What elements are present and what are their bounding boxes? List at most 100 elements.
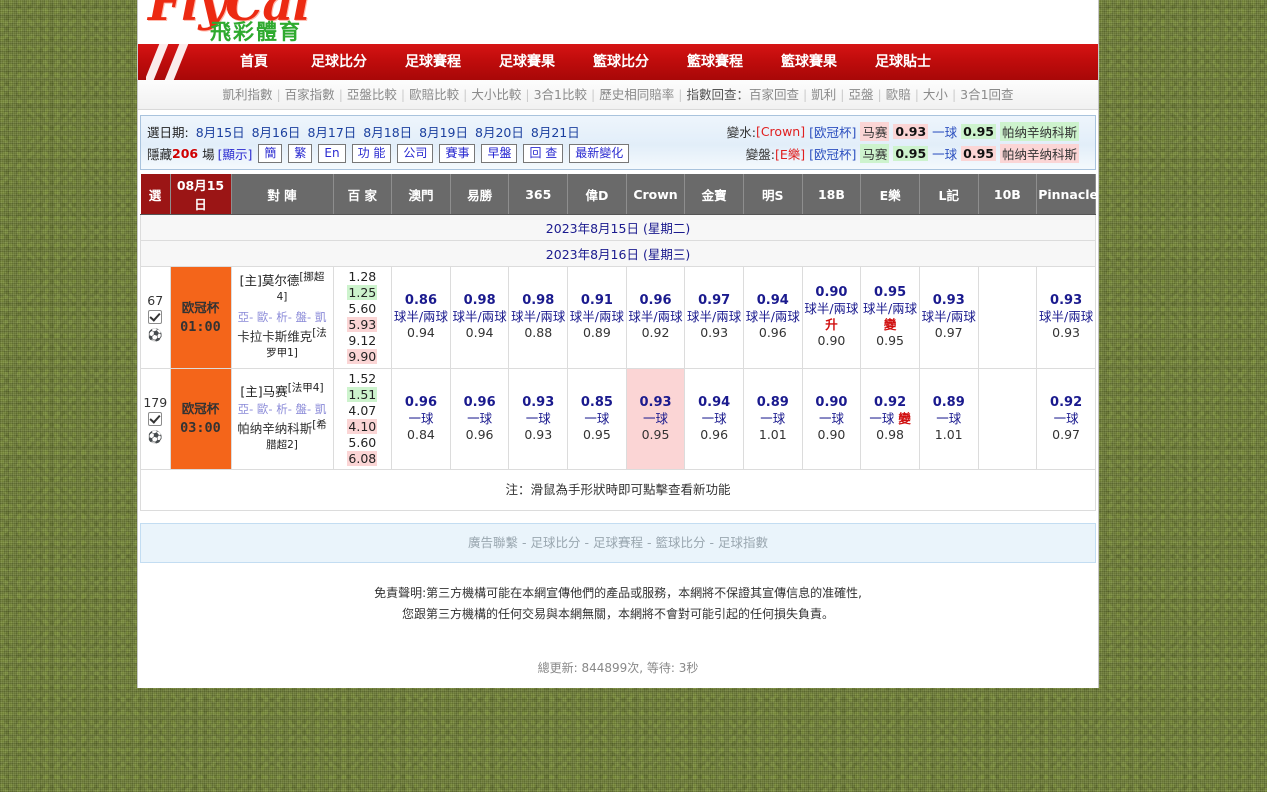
header-pinnacle[interactable]: Pinnacle [1036, 174, 1098, 215]
subnav-item-asian-review[interactable]: 亞盤 [848, 87, 873, 102]
header-lji[interactable]: L記 [919, 174, 979, 215]
row-checkbox[interactable] [148, 411, 163, 426]
ad-link-contact[interactable]: 廣告聯繫 [468, 535, 518, 550]
soccer-ball-icon[interactable]: ⚽ [141, 431, 170, 443]
subnav-item-euro-review[interactable]: 歐賠 [886, 87, 911, 102]
table-row[interactable]: 67 ⚽ 欧冠杯 01:00 [主]莫尔德[挪超4] 亞- 歐- 析- 盤- 凱… [140, 266, 1096, 369]
subnav-item-bai-review[interactable]: 百家回查 [749, 87, 799, 102]
ad-link-football-score[interactable]: 足球比分 [531, 535, 581, 550]
row-checkbox[interactable] [148, 310, 163, 325]
date-option-0819[interactable]: 8月19日 [419, 122, 468, 141]
table-row[interactable]: 179 ⚽ 欧冠杯 03:00 [主]马赛[法甲4] 亞- 歐- 析- 盤- 凱… [140, 367, 1096, 470]
subnav-item-kelly-review[interactable]: 凱利 [811, 87, 836, 102]
date-option-0821[interactable]: 8月21日 [531, 122, 580, 141]
logo[interactable]: FlyCai 飛彩體育 [148, 0, 311, 44]
bai-index-cell[interactable]: 1.52 1.51 4.07 4.10 5.60 6.08 [332, 367, 393, 470]
header-bai[interactable]: 百 家 [333, 174, 393, 215]
subnav-item-triple-review[interactable]: 3合1回查 [960, 87, 1013, 102]
match-links-text[interactable]: 亞- 歐- 析- 盤- 凱 [238, 310, 327, 324]
odds-cell-yisheng[interactable]: 0.96 一球 0.96 [449, 367, 510, 470]
row-select-cell[interactable]: 179 ⚽ [140, 367, 171, 470]
button-traditional[interactable]: 繁 [288, 143, 313, 163]
odds-cell-jinbao[interactable]: 0.94 一球 0.96 [684, 367, 744, 470]
nav-item-football-tips[interactable]: 足球貼士 [856, 44, 950, 80]
odds-cell-365[interactable]: 0.98 球半/兩球 0.88 [508, 266, 569, 369]
odds-cell-pinnacle[interactable]: 0.92 一球 0.97 [1036, 367, 1096, 470]
show-hidden-link[interactable]: [顯示] [218, 144, 253, 163]
header-select[interactable]: 選 [140, 174, 171, 215]
change-water-league[interactable]: [欧冠杯] [809, 122, 856, 141]
subnav-item-asian-compare[interactable]: 亞盤比較 [347, 87, 397, 102]
subnav-item-overunder-compare[interactable]: 大小比較 [471, 87, 521, 102]
change-line-bookmaker[interactable]: [E樂] [775, 144, 805, 163]
button-events[interactable]: 賽事 [439, 143, 476, 163]
header-macau[interactable]: 澳門 [391, 174, 451, 215]
odds-cell-10b[interactable] [977, 266, 1038, 369]
match-links-text[interactable]: 亞- 歐- 析- 盤- 凱 [238, 402, 327, 416]
nav-item-football-fixtures[interactable]: 足球賽程 [386, 44, 480, 80]
button-companies[interactable]: 公司 [397, 143, 434, 163]
date-option-0815[interactable]: 8月15日 [196, 122, 245, 141]
nav-item-basketball-score[interactable]: 籃球比分 [574, 44, 668, 80]
odds-cell-macau[interactable]: 0.86 球半/兩球 0.94 [391, 266, 451, 369]
match-links[interactable]: 亞- 歐- 析- 盤- 凱 [235, 401, 330, 417]
header-10b[interactable]: 10B [978, 174, 1038, 215]
odds-cell-jinbao[interactable]: 0.97 球半/兩球 0.93 [684, 266, 744, 369]
odds-cell-crown[interactable]: 0.93 一球 0.95 [625, 367, 686, 470]
subnav-item-euro-compare[interactable]: 歐賠比較 [409, 87, 459, 102]
subnav-item-overunder-review[interactable]: 大小 [923, 87, 948, 102]
date-option-0816[interactable]: 8月16日 [252, 122, 301, 141]
league-cell[interactable]: 欧冠杯 03:00 [169, 367, 232, 470]
row-select-cell[interactable]: 67 ⚽ [140, 266, 171, 369]
subnav-item-history-same-odds[interactable]: 歷史相同賠率 [599, 87, 674, 102]
odds-cell-crown[interactable]: 0.96 球半/兩球 0.92 [625, 266, 686, 369]
change-water-bookmaker[interactable]: [Crown] [756, 124, 805, 139]
match-links[interactable]: 亞- 歐- 析- 盤- 凱 [235, 309, 330, 325]
odds-cell-weid[interactable]: 0.85 一球 0.95 [567, 367, 627, 470]
odds-cell-yisheng[interactable]: 0.98 球半/兩球 0.94 [449, 266, 510, 369]
header-jinbao[interactable]: 金寶 [684, 174, 744, 215]
header-weid[interactable]: 偉D [567, 174, 627, 215]
ad-link-basketball-score[interactable]: 籃球比分 [655, 535, 705, 550]
change-line-league[interactable]: [欧冠杯] [809, 144, 856, 163]
date-option-0818[interactable]: 8月18日 [363, 122, 412, 141]
odds-cell-weid[interactable]: 0.91 球半/兩球 0.89 [567, 266, 627, 369]
header-crown[interactable]: Crown [626, 174, 686, 215]
subnav-item-kelly-index[interactable]: 凱利指數 [222, 87, 272, 102]
nav-item-basketball-results[interactable]: 籃球賽果 [762, 44, 856, 80]
odds-cell-eleyou[interactable]: 0.95 球半/兩球變 0.95 [860, 266, 920, 369]
header-eleyou[interactable]: E樂 [860, 174, 920, 215]
odds-cell-eleyou[interactable]: 0.92 一球 變 0.98 [860, 367, 920, 470]
header-date[interactable]: 08月15日 [170, 174, 232, 215]
nav-item-football-score[interactable]: 足球比分 [292, 44, 386, 80]
header-18b[interactable]: 18B [802, 174, 862, 215]
subnav-item-triple-compare[interactable]: 3合1比較 [534, 87, 587, 102]
odds-cell-18b[interactable]: 0.90 球半/兩球升 0.90 [801, 266, 862, 369]
nav-item-basketball-fixtures[interactable]: 籃球賽程 [668, 44, 762, 80]
away-team[interactable]: 卡拉卡斯维克 [237, 329, 312, 344]
button-latest-changes[interactable]: 最新變化 [569, 143, 630, 163]
date-option-0820[interactable]: 8月20日 [475, 122, 524, 141]
away-team[interactable]: 帕纳辛纳科斯 [237, 421, 312, 436]
soccer-ball-icon[interactable]: ⚽ [141, 329, 170, 341]
button-review[interactable]: 回 查 [523, 143, 564, 163]
button-english[interactable]: En [318, 143, 346, 163]
header-365[interactable]: 365 [508, 174, 569, 215]
league-cell[interactable]: 欧冠杯 01:00 [169, 266, 232, 369]
odds-cell-pinnacle[interactable]: 0.93 球半/兩球 0.93 [1036, 266, 1096, 369]
odds-cell-lji[interactable]: 0.93 球半/兩球 0.97 [918, 266, 979, 369]
header-matchup[interactable]: 對 陣 [231, 174, 334, 215]
ad-link-football-index[interactable]: 足球指數 [718, 535, 768, 550]
date-option-0817[interactable]: 8月17日 [307, 122, 356, 141]
nav-item-home[interactable]: 首頁 [240, 44, 292, 80]
odds-cell-365[interactable]: 0.93 一球 0.93 [508, 367, 569, 470]
odds-cell-mings[interactable]: 0.89 一球 1.01 [742, 367, 803, 470]
odds-cell-mings[interactable]: 0.94 球半/兩球 0.96 [742, 266, 803, 369]
ad-link-football-fixtures[interactable]: 足球賽程 [593, 535, 643, 550]
home-team[interactable]: [主]马赛 [240, 385, 287, 400]
button-functions[interactable]: 功 能 [351, 143, 392, 163]
button-early-odds[interactable]: 早盤 [481, 143, 518, 163]
nav-item-football-results[interactable]: 足球賽果 [480, 44, 574, 80]
odds-cell-18b[interactable]: 0.90 一球 0.90 [801, 367, 862, 470]
odds-cell-lji[interactable]: 0.89 一球 1.01 [918, 367, 979, 470]
